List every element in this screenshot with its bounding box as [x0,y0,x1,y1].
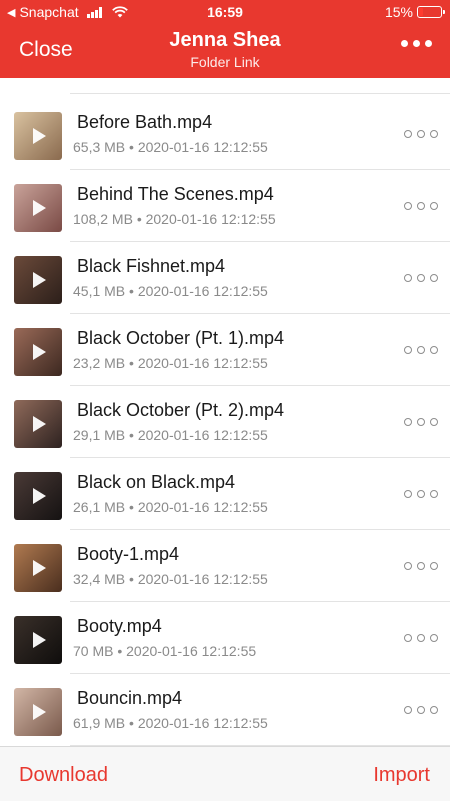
dot-icon [417,634,425,642]
play-icon [33,200,46,216]
dot-icon [430,634,438,642]
file-options-button[interactable] [404,202,438,210]
video-thumbnail [14,472,62,520]
import-button[interactable]: Import [373,764,430,787]
dot-icon [417,418,425,426]
dot-icon [417,130,425,138]
download-button[interactable]: Download [19,764,108,787]
file-meta: 32,4 MB • 2020-01-16 12:12:55 [73,571,268,587]
file-name: Before Bath.mp4 [77,112,213,132]
close-button[interactable]: Close [19,38,73,62]
video-thumbnail [14,256,62,304]
dot-icon [417,562,425,570]
dot-icon [430,202,438,210]
file-options-button[interactable] [404,562,438,570]
file-meta: 23,2 MB • 2020-01-16 12:12:55 [73,355,268,371]
dot-icon [404,706,412,714]
file-options-button[interactable] [404,706,438,714]
play-icon [33,416,46,432]
divider [70,93,450,94]
video-thumbnail [14,400,62,448]
video-thumbnail [14,616,62,664]
status-time: 16:59 [207,4,243,20]
play-icon [33,560,46,576]
file-name: Bouncin.mp4 [77,688,183,708]
play-icon [33,632,46,648]
dot-icon [404,130,412,138]
dot-icon [430,130,438,138]
dot-icon [413,40,420,47]
dot-icon [430,274,438,282]
dot-icon [430,490,438,498]
video-thumbnail [14,688,62,736]
dot-icon [404,490,412,498]
dot-icon [404,346,412,354]
file-options-button[interactable] [404,130,438,138]
dot-icon [417,274,425,282]
dot-icon [401,40,408,47]
dot-icon [404,562,412,570]
file-meta: 26,1 MB • 2020-01-16 12:12:55 [73,499,268,515]
play-icon [33,344,46,360]
file-row[interactable]: Booty-1.mp4 32,4 MB • 2020-01-16 12:12:55 [0,530,450,602]
file-meta: 61,9 MB • 2020-01-16 12:12:55 [73,715,268,731]
dot-icon [417,706,425,714]
battery-percent: 15% [384,4,413,20]
more-options-button[interactable] [401,40,432,47]
dot-icon [417,202,425,210]
file-row[interactable]: Bouncin.mp4 61,9 MB • 2020-01-16 12:12:55 [0,674,450,746]
file-row[interactable]: Black on Black.mp4 26,1 MB • 2020-01-16 1… [0,458,450,530]
status-bar: ◀ Snapchat 16:59 15% [0,0,450,24]
file-row[interactable]: Behind The Scenes.mp4 108,2 MB • 2020-01-… [0,170,450,242]
dot-icon [430,418,438,426]
file-row[interactable]: Black Fishnet.mp4 45,1 MB • 2020-01-16 12… [0,242,450,314]
file-row[interactable]: Black October (Pt. 2).mp4 29,1 MB • 2020-… [0,386,450,458]
file-name: Booty-1.mp4 [77,544,180,564]
play-icon [33,704,46,720]
file-name: Black Fishnet.mp4 [77,256,226,276]
video-thumbnail [14,328,62,376]
dot-icon [430,346,438,354]
file-options-button[interactable] [404,490,438,498]
play-icon [33,488,46,504]
video-thumbnail [14,112,62,160]
play-icon [33,128,46,144]
dot-icon [404,274,412,282]
dot-icon [404,634,412,642]
file-row[interactable]: Before Bath.mp4 65,3 MB • 2020-01-16 12:1… [0,98,450,170]
file-name: Booty.mp4 [77,616,162,636]
file-meta: 29,1 MB • 2020-01-16 12:12:55 [73,427,268,443]
file-name: Black on Black.mp4 [77,472,236,492]
file-options-button[interactable] [404,346,438,354]
file-name: Black October (Pt. 2).mp4 [77,400,285,420]
dot-icon [417,490,425,498]
video-thumbnail [14,544,62,592]
top-bar: ◀ Snapchat 16:59 15% Close Jenna Shea Fo… [0,0,450,78]
dot-icon [430,706,438,714]
file-name: Black October (Pt. 1).mp4 [77,328,285,348]
file-meta: 65,3 MB • 2020-01-16 12:12:55 [73,139,268,155]
dot-icon [404,202,412,210]
dot-icon [404,418,412,426]
play-icon [33,272,46,288]
file-name: Behind The Scenes.mp4 [77,184,274,204]
file-meta: 45,1 MB • 2020-01-16 12:12:55 [73,283,268,299]
file-meta: 70 MB • 2020-01-16 12:12:55 [73,643,257,659]
file-row[interactable]: Black October (Pt. 1).mp4 23,2 MB • 2020-… [0,314,450,386]
dot-icon [417,346,425,354]
file-options-button[interactable] [404,634,438,642]
dot-icon [425,40,432,47]
file-row[interactable]: Booty.mp4 70 MB • 2020-01-16 12:12:55 [0,602,450,674]
bottom-toolbar: Download Import [0,746,450,801]
dot-icon [430,562,438,570]
video-thumbnail [14,184,62,232]
file-options-button[interactable] [404,418,438,426]
file-options-button[interactable] [404,274,438,282]
battery-icon [417,6,445,18]
battery-status: 15% [384,4,445,20]
file-meta: 108,2 MB • 2020-01-16 12:12:55 [73,211,276,227]
file-list[interactable]: Before Bath.mp4 65,3 MB • 2020-01-16 12:1… [0,78,450,746]
